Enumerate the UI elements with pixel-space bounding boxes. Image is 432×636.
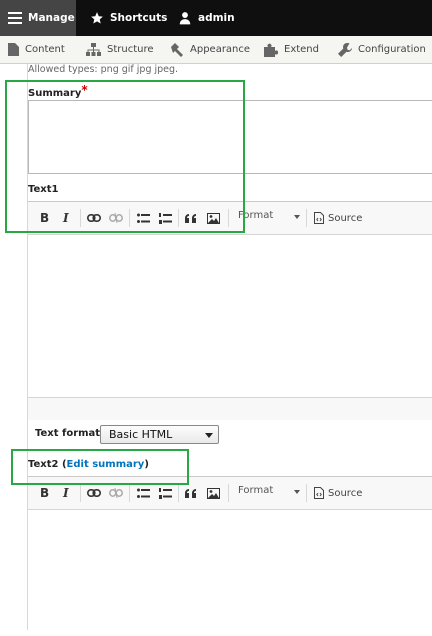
link-icon	[87, 489, 101, 497]
toolbar-divider	[80, 484, 81, 502]
wrench-icon	[338, 42, 352, 57]
source-icon	[314, 212, 324, 224]
menu-item-label: Appearance	[190, 44, 251, 55]
source-button[interactable]: Source	[314, 485, 362, 501]
source-label: Source	[328, 487, 363, 499]
text1-editor: B I Format Source	[28, 201, 432, 420]
star-icon	[91, 12, 103, 24]
link-button[interactable]	[87, 485, 101, 501]
unlink-icon	[109, 488, 123, 498]
toolbar-divider	[306, 484, 307, 502]
menu-item-content[interactable]: Content	[8, 36, 65, 63]
admin-toolbar: Manage Shortcuts admin	[0, 0, 432, 36]
toolbar-divider	[129, 484, 130, 502]
toolbar-divider	[228, 484, 229, 502]
paintbrush-icon	[171, 42, 183, 57]
text-format-select[interactable]: Basic HTML	[100, 425, 219, 444]
hamburger-icon	[8, 12, 22, 24]
user-icon	[179, 12, 191, 25]
user-tab[interactable]: admin	[170, 0, 235, 36]
menu-item-label: Content	[25, 44, 65, 55]
numbered-list-button[interactable]	[159, 485, 172, 501]
unlink-button[interactable]	[109, 485, 123, 501]
image-button[interactable]	[207, 485, 220, 501]
format-dropdown[interactable]: Format	[238, 210, 300, 226]
chevron-down-icon	[294, 215, 300, 219]
menu-item-extend[interactable]: Extend	[264, 36, 319, 63]
text2-editing-area[interactable]	[28, 510, 432, 631]
text-format-value: Basic HTML	[109, 428, 173, 441]
menu-item-label: Extend	[284, 44, 319, 55]
numbered-list-icon	[159, 487, 172, 499]
format-dropdown[interactable]: Format	[238, 485, 300, 501]
admin-menu: Content Structure Appearance Extend Conf…	[0, 36, 432, 64]
chevron-down-icon	[294, 490, 300, 494]
toolbar-divider	[306, 209, 307, 227]
text1-editor-statusbar	[28, 397, 432, 420]
user-label: admin	[198, 12, 235, 24]
format-dropdown-label: Format	[238, 485, 274, 496]
menu-item-structure[interactable]: Structure	[86, 36, 154, 63]
text2-editor: B I Format Source	[28, 476, 432, 636]
manage-tab[interactable]: Manage	[0, 0, 76, 36]
hierarchy-icon	[86, 43, 101, 56]
image-icon	[207, 487, 220, 499]
menu-item-configuration[interactable]: Configuration	[338, 36, 426, 63]
shortcuts-tab[interactable]: Shortcuts	[82, 0, 167, 36]
toolbar-divider	[178, 484, 179, 502]
highlight-box-text2	[11, 449, 189, 485]
source-label: Source	[328, 212, 363, 224]
menu-item-appearance[interactable]: Appearance	[170, 36, 250, 63]
menu-item-label: Structure	[107, 44, 154, 55]
source-icon	[314, 487, 324, 499]
text1-editing-area[interactable]	[28, 235, 432, 397]
blockquote-button[interactable]	[185, 485, 197, 501]
italic-button[interactable]: I	[63, 485, 69, 501]
bold-button[interactable]: B	[40, 485, 49, 501]
shortcuts-label: Shortcuts	[110, 12, 168, 24]
highlight-box-summary	[5, 80, 245, 233]
source-button[interactable]: Source	[314, 210, 362, 226]
allowed-types-text: Allowed types: png gif jpg jpeg.	[28, 64, 179, 75]
manage-label: Manage	[28, 12, 75, 24]
bulleted-list-icon	[137, 488, 150, 498]
page-icon	[8, 43, 19, 56]
text-format-label: Text format	[35, 428, 101, 439]
menu-item-label: Configuration	[358, 44, 426, 55]
quote-icon	[185, 488, 196, 498]
puzzle-icon	[264, 43, 278, 57]
chevron-down-icon	[205, 433, 213, 438]
bulleted-list-button[interactable]	[137, 485, 150, 501]
